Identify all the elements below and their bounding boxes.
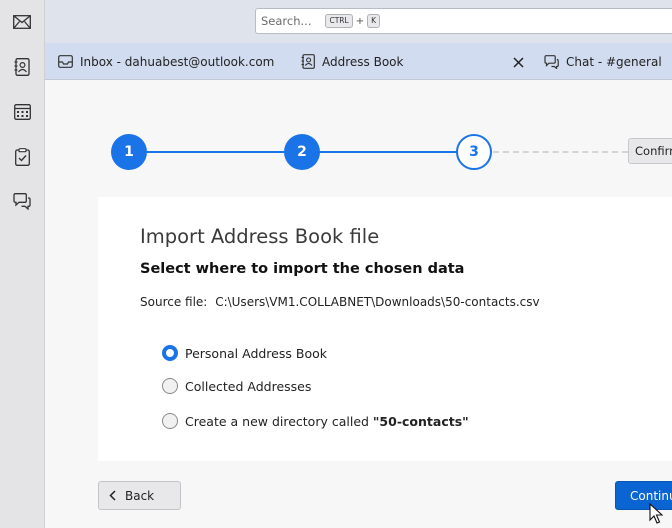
radio-label: Collected Addresses <box>185 378 312 394</box>
radio-button-checked[interactable] <box>162 345 178 361</box>
page-title: Import Address Book file <box>140 225 380 248</box>
radio-label: Personal Address Book <box>185 345 327 361</box>
radio-button[interactable] <box>162 413 178 429</box>
back-button[interactable]: Back <box>98 481 181 510</box>
continue-button[interactable]: Continue <box>615 481 672 510</box>
import-wizard: 1 2 3 Confirm Import Address Book file S… <box>45 80 672 528</box>
step-connector-pending <box>493 151 628 153</box>
new-directory-name: "50-contacts" <box>372 413 469 429</box>
title-bar: Search... CTRL + K <box>45 0 672 43</box>
step-1-indicator: 1 <box>111 134 147 170</box>
tasks-icon[interactable] <box>8 143 36 171</box>
tab-inbox[interactable]: Inbox - dahuabest@outlook.com <box>58 43 274 80</box>
chat-icon <box>544 54 559 69</box>
mail-icon[interactable] <box>8 8 36 36</box>
global-search-input[interactable]: Search... CTRL + K <box>255 8 672 34</box>
tab-chat[interactable]: Chat - #general <box>544 43 662 80</box>
spaces-toolbar <box>0 0 45 528</box>
close-icon[interactable] <box>510 54 526 70</box>
mouse-cursor-icon <box>649 503 663 524</box>
step-connector <box>319 151 467 153</box>
tab-address-book[interactable]: Address Book <box>301 43 403 80</box>
tab-label: Inbox - dahuabest@outlook.com <box>80 54 275 69</box>
section-heading: Select where to import the chosen data <box>140 261 465 277</box>
radio-personal-address-book[interactable]: Personal Address Book <box>162 345 327 361</box>
tab-bar: Inbox - dahuabest@outlook.com Address Bo… <box>45 43 672 80</box>
mail-tray-icon <box>58 55 73 68</box>
back-label: Back <box>125 488 155 503</box>
step-3-indicator: 3 <box>456 134 492 170</box>
chat-icon[interactable] <box>8 187 36 215</box>
address-book-icon <box>301 54 315 69</box>
radio-new-directory[interactable]: Create a new directory called "50-contac… <box>162 413 469 429</box>
shortcut-key-ctrl: CTRL <box>325 14 353 28</box>
source-file-label: Source file: <box>140 295 208 309</box>
shortcut-key-k: K <box>367 14 381 28</box>
source-file-path: C:\Users\VM1.COLLABNET\Downloads\50-cont… <box>215 295 540 309</box>
import-card: Import Address Book file Select where to… <box>98 197 672 461</box>
tab-label: Chat - #general <box>566 54 662 69</box>
confirm-step-button[interactable]: Confirm <box>628 138 672 164</box>
step-2-indicator: 2 <box>284 134 320 170</box>
step-connector <box>146 151 294 153</box>
tab-label: Address Book <box>322 54 404 69</box>
source-file-info: Source file: C:\Users\VM1.COLLABNET\Down… <box>140 295 540 309</box>
chevron-left-icon <box>109 490 116 501</box>
calendar-icon[interactable] <box>8 98 36 126</box>
shortcut-plus: + <box>355 15 365 27</box>
radio-label: Create a new directory called <box>185 413 373 429</box>
radio-collected-addresses[interactable]: Collected Addresses <box>162 378 311 394</box>
search-placeholder: Search... <box>261 14 312 28</box>
address-book-icon[interactable] <box>8 53 36 81</box>
radio-button[interactable] <box>162 378 178 394</box>
